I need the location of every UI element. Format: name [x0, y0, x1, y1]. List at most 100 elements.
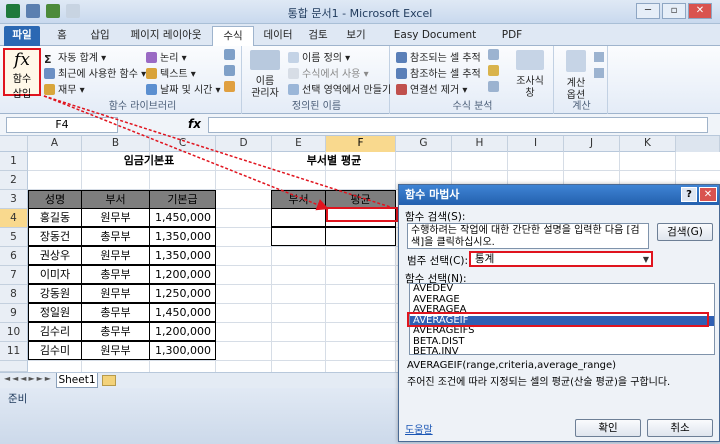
column-header[interactable]: B [82, 136, 150, 152]
select-all-corner[interactable] [0, 136, 28, 152]
cell-avg-dept[interactable] [271, 227, 326, 246]
math-button[interactable] [224, 65, 238, 77]
cell-title-wage-table[interactable]: 임금기본표 [82, 152, 216, 171]
list-item[interactable]: AVERAGEIFS [410, 325, 714, 337]
tab-review[interactable]: 검토 [300, 26, 336, 46]
cell-name[interactable]: 김수리 [28, 322, 82, 341]
autosum-button[interactable]: Σ 자동 합계 ▾ [44, 49, 106, 66]
cell-header-salary[interactable]: 기본급 [149, 190, 216, 209]
row-header[interactable]: 11 [0, 342, 28, 361]
name-box[interactable]: F4 [6, 117, 118, 133]
row-header[interactable]: 9 [0, 304, 28, 323]
insert-function-button[interactable]: fx 함수 삽입 [3, 48, 41, 100]
row-header[interactable]: 7 [0, 266, 28, 285]
row-header[interactable]: 6 [0, 247, 28, 266]
new-sheet-icon[interactable] [102, 375, 116, 386]
cell-name[interactable]: 장동건 [28, 227, 82, 246]
tab-formulas[interactable]: 수식 [212, 26, 254, 46]
cell-salary[interactable]: 1,350,000 [149, 246, 216, 265]
more-functions-button[interactable] [224, 81, 238, 93]
column-header[interactable]: C [150, 136, 216, 152]
help-link[interactable]: 도움말 [405, 421, 433, 436]
search-button[interactable]: 검색(G) [657, 223, 713, 241]
row-header[interactable]: 4 [0, 209, 28, 228]
calc-sheet-icon[interactable] [594, 68, 604, 78]
formula-input[interactable] [208, 117, 708, 133]
cell-avg-dept[interactable] [271, 208, 326, 227]
cell-salary[interactable]: 1,450,000 [149, 208, 216, 227]
recent-functions-button[interactable]: 최근에 사용한 함수 ▾ [44, 65, 146, 80]
search-input[interactable]: 수행하려는 작업에 대한 간단한 설명을 입력한 다음 [검색]을 클릭하십시오… [407, 223, 649, 249]
show-formulas-icon[interactable] [488, 49, 502, 61]
row-header[interactable]: 10 [0, 323, 28, 342]
cell-dept[interactable]: 원무부 [81, 246, 150, 265]
minimize-button[interactable]: ─ [636, 3, 660, 19]
column-header[interactable]: E [272, 136, 326, 152]
trace-precedents-button[interactable]: 참조되는 셀 추적 [396, 49, 481, 64]
cell-name[interactable]: 정일원 [28, 303, 82, 322]
column-header[interactable]: H [452, 136, 508, 152]
tab-home[interactable]: 홈 [44, 26, 80, 46]
tab-easy-document-creator[interactable]: Easy Document Creator [378, 26, 492, 60]
column-header[interactable]: G [396, 136, 452, 152]
datetime-button[interactable]: 날짜 및 시간 ▾ [146, 81, 221, 96]
tab-pdf[interactable]: PDF [494, 26, 530, 46]
cell-salary[interactable]: 1,300,000 [149, 341, 216, 360]
tab-view[interactable]: 보기 [336, 26, 376, 46]
column-header[interactable]: K [620, 136, 676, 152]
cell-header-dept[interactable]: 부서 [81, 190, 150, 209]
row-header[interactable]: 1 [0, 152, 28, 171]
cancel-button[interactable]: 취소 [647, 419, 713, 437]
cell-salary[interactable]: 1,200,000 [149, 265, 216, 284]
cell-dept[interactable]: 총무부 [81, 265, 150, 284]
fx-label[interactable]: fx [188, 117, 201, 131]
lookup-button[interactable] [224, 49, 238, 61]
trace-dependents-button[interactable]: 참조하는 셀 추적 [396, 65, 481, 80]
text-button[interactable]: 텍스트 ▾ [146, 65, 196, 80]
ok-button[interactable]: 확인 [575, 419, 641, 437]
cell-header-name[interactable]: 성명 [28, 190, 82, 209]
list-item[interactable]: BETA.INV [410, 346, 714, 354]
cell-salary[interactable]: 1,250,000 [149, 284, 216, 303]
cell-dept[interactable]: 총무부 [81, 227, 150, 246]
create-from-selection-button[interactable]: 선택 영역에서 만들기 [288, 81, 391, 96]
cell-salary[interactable]: 1,450,000 [149, 303, 216, 322]
close-button[interactable]: ✕ [688, 3, 712, 19]
error-checking-icon[interactable] [488, 65, 502, 77]
cell-salary[interactable]: 1,350,000 [149, 227, 216, 246]
column-header[interactable]: A [28, 136, 82, 152]
tab-file[interactable]: 파일 [4, 26, 40, 46]
cell-avg-value[interactable] [325, 227, 396, 246]
row-header[interactable]: 3 [0, 190, 28, 209]
row-header[interactable] [0, 361, 28, 372]
row-header[interactable]: 8 [0, 285, 28, 304]
row-header[interactable]: 5 [0, 228, 28, 247]
cell-name[interactable]: 이미자 [28, 265, 82, 284]
dialog-close-icon[interactable]: ✕ [699, 187, 717, 202]
cell-dept[interactable]: 원무부 [81, 208, 150, 227]
dialog-help-icon[interactable]: ? [681, 187, 697, 202]
column-header[interactable]: D [216, 136, 272, 152]
define-name-button[interactable]: 이름 정의 ▾ [288, 49, 350, 64]
column-header[interactable]: I [508, 136, 564, 152]
cell-title-dept-average[interactable]: 부서별 평균 [272, 152, 396, 171]
row-header[interactable]: 2 [0, 171, 28, 190]
cell-name[interactable]: 홍길동 [28, 208, 82, 227]
remove-arrows-button[interactable]: 연결선 제거 ▾ [396, 81, 467, 96]
cell-dept[interactable]: 원무부 [81, 284, 150, 303]
cell-dept[interactable]: 총무부 [81, 322, 150, 341]
cell-avg-header-dept[interactable]: 부서 [271, 190, 326, 209]
logical-button[interactable]: 논리 ▾ [146, 49, 187, 64]
maximize-button[interactable]: ▫ [662, 3, 686, 19]
financial-button[interactable]: 재무 ▾ [44, 81, 85, 96]
calc-now-icon[interactable] [594, 52, 604, 62]
tab-page-layout[interactable]: 페이지 레이아웃 [120, 26, 212, 46]
tab-data[interactable]: 데이터 [256, 26, 300, 46]
cell-name[interactable]: 강동원 [28, 284, 82, 303]
evaluate-formula-icon[interactable] [488, 81, 502, 93]
cell-salary[interactable]: 1,200,000 [149, 322, 216, 341]
use-in-formula-button[interactable]: 수식에서 사용 ▾ [288, 65, 369, 80]
column-header[interactable]: F [326, 136, 396, 152]
column-header[interactable]: J [564, 136, 620, 152]
cell-dept[interactable]: 원무부 [81, 341, 150, 360]
